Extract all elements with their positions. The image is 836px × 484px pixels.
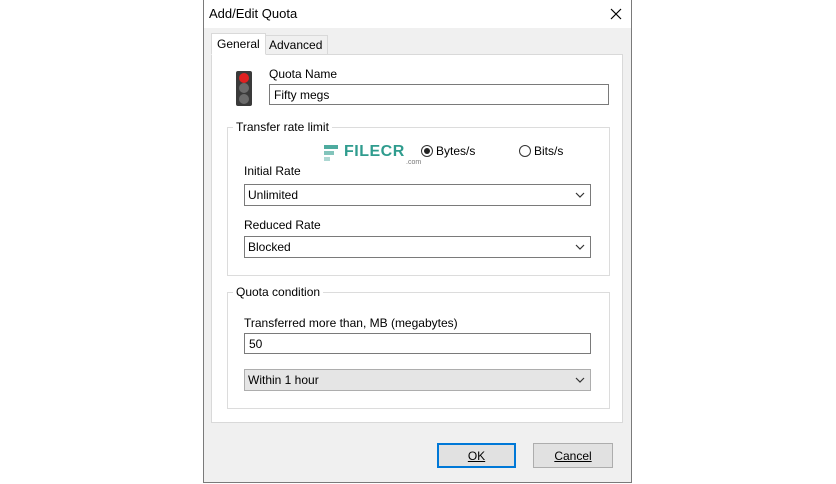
ok-button[interactable]: OK: [437, 443, 516, 468]
bytes-radio[interactable]: Bytes/s: [421, 144, 475, 158]
close-icon: [610, 8, 622, 20]
chevron-down-icon: [575, 377, 585, 383]
tab-advanced-label: Advanced: [269, 38, 323, 52]
quota-name-label: Quota Name: [269, 67, 338, 81]
bytes-radio-label: Bytes/s: [436, 144, 476, 158]
quota-name-input[interactable]: [269, 84, 609, 105]
reduced-rate-select[interactable]: Blocked: [244, 236, 591, 258]
green-light: [239, 94, 249, 104]
transferred-label: Transferred more than, MB (megabytes): [244, 316, 458, 330]
cancel-button[interactable]: Cancel: [533, 443, 613, 468]
title-bar: Add/Edit Quota: [204, 0, 631, 28]
general-tab-panel: Quota Name FILECR .com Transfer rate lim…: [211, 54, 623, 423]
chevron-down-icon: [575, 192, 585, 198]
close-button[interactable]: [601, 0, 631, 28]
transfer-rate-group-title: Transfer rate limit: [233, 120, 332, 134]
amber-light: [239, 83, 249, 93]
red-light: [239, 73, 249, 83]
bits-radio-label: Bits/s: [534, 144, 564, 158]
traffic-light-icon: [236, 71, 252, 106]
tab-general[interactable]: General: [211, 33, 266, 55]
quota-condition-group-title: Quota condition: [233, 285, 324, 299]
cancel-button-label: Cancel: [554, 448, 592, 463]
chevron-down-icon: [575, 244, 585, 250]
bits-radio-indicator: [519, 145, 531, 157]
initial-rate-label: Initial Rate: [244, 164, 301, 178]
initial-rate-value: Unlimited: [248, 188, 299, 202]
ok-button-label: OK: [467, 448, 486, 463]
period-select[interactable]: Within 1 hour: [244, 369, 591, 391]
transfer-rate-group: Transfer rate limit Bytes/s Bits/s Initi…: [227, 120, 610, 276]
reduced-rate-label: Reduced Rate: [244, 218, 321, 232]
window-title: Add/Edit Quota: [209, 6, 298, 21]
reduced-rate-value: Blocked: [248, 240, 291, 254]
tab-general-label: General: [217, 37, 260, 51]
bytes-radio-indicator: [421, 145, 433, 157]
add-edit-quota-dialog: Add/Edit Quota General Advanced Quota Na…: [203, 0, 632, 483]
transferred-mb-input[interactable]: [244, 333, 591, 354]
quota-condition-group: Quota condition Transferred more than, M…: [227, 285, 610, 409]
period-value: Within 1 hour: [248, 373, 319, 387]
bits-radio[interactable]: Bits/s: [519, 144, 563, 158]
initial-rate-select[interactable]: Unlimited: [244, 184, 591, 206]
tab-advanced[interactable]: Advanced: [263, 35, 329, 55]
